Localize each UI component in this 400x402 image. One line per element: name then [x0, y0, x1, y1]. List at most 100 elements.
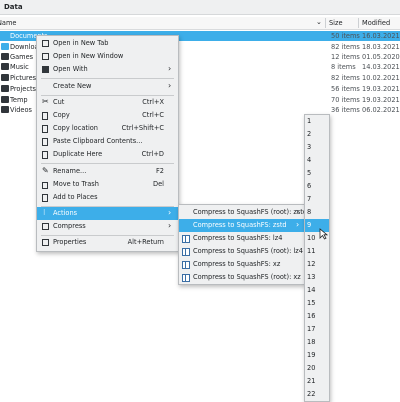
paste-icon	[42, 138, 48, 146]
picture-icon	[1, 74, 9, 81]
level-item[interactable]: 14	[305, 284, 329, 297]
squashfs-icon	[182, 261, 190, 269]
add-to-places-item[interactable]: Add to Places	[37, 191, 178, 204]
level-item[interactable]: 13	[305, 271, 329, 284]
video-icon	[1, 106, 9, 113]
chevron-right-icon: ›	[296, 220, 300, 229]
file-size: 82 items	[331, 43, 360, 51]
properties-item[interactable]: Properties Alt+Return	[37, 236, 178, 249]
file-name: Pictures	[10, 74, 37, 82]
squashfs-root-xz-item[interactable]: Compress to SquashFS (root): xz	[179, 271, 304, 284]
level-item[interactable]: 22	[305, 388, 329, 401]
copy-item[interactable]: Copy Ctrl+C	[37, 109, 178, 122]
copy-location-item[interactable]: Copy location Ctrl+Shift+C	[37, 122, 178, 135]
column-divider[interactable]	[325, 18, 326, 28]
level-item[interactable]: 18	[305, 336, 329, 349]
move-to-trash-item[interactable]: Move to Trash Del	[37, 178, 178, 191]
menu-separator	[41, 163, 174, 164]
pencil-icon: ✎	[42, 166, 49, 175]
squashfs-lz4-item[interactable]: Compress to SquashFS: lz4	[179, 232, 304, 245]
menu-label: Compress to SquashFS: lz4	[193, 234, 283, 242]
menu-label: Open in New Window	[53, 52, 124, 60]
music-icon	[1, 63, 9, 70]
gamepad-icon	[1, 53, 9, 60]
scissors-icon: ✂	[42, 97, 49, 106]
menu-label: Compress to SquashFS (root): lz4	[193, 247, 303, 255]
level-item[interactable]: 15	[305, 297, 329, 310]
menu-label: Copy	[53, 111, 70, 119]
chevron-right-icon: ›	[168, 208, 172, 217]
file-modified: 01.05.2020 19	[362, 53, 400, 61]
folder-icon	[1, 32, 9, 39]
squashfs-zstd-item[interactable]: Compress to SquashFS: zstd ›	[179, 219, 304, 232]
menu-label: Paste Clipboard Contents...	[53, 137, 143, 145]
level-item[interactable]: 12	[305, 258, 329, 271]
chevron-right-icon: ›	[168, 64, 172, 73]
menu-label: Copy location	[53, 124, 98, 132]
menu-label: Duplicate Here	[53, 150, 103, 158]
menu-shortcut: Del	[153, 180, 164, 188]
column-modified-header[interactable]: Modified	[362, 19, 390, 27]
level-item[interactable]: 6	[305, 180, 329, 193]
create-new-item[interactable]: Create New ›	[37, 80, 178, 93]
file-modified: 06.02.2021 16	[362, 106, 400, 114]
menu-shortcut: Ctrl+D	[141, 150, 164, 158]
menu-label: Create New	[53, 82, 92, 90]
open-with-item[interactable]: Open With ›	[37, 63, 178, 76]
file-size: 70 items	[331, 96, 360, 104]
file-size: 36 items	[331, 106, 360, 114]
file-name: Games	[10, 53, 34, 61]
menu-label: Properties	[53, 238, 87, 246]
level-item[interactable]: 2	[305, 128, 329, 141]
level-item[interactable]: 4	[305, 154, 329, 167]
squashfs-icon	[182, 248, 190, 256]
paste-item[interactable]: Paste Clipboard Contents...	[37, 135, 178, 148]
open-new-window-item[interactable]: Open in New Window	[37, 50, 178, 63]
file-size: 82 items	[331, 74, 360, 82]
file-modified: 16.03.2021 04	[362, 32, 400, 40]
chevron-down-icon[interactable]: ⌄	[316, 18, 322, 26]
actions-item[interactable]: ⁝ Actions ›	[37, 207, 178, 220]
level-item[interactable]: 21	[305, 375, 329, 388]
squashfs-root-lz4-item[interactable]: Compress to SquashFS (root): lz4	[179, 245, 304, 258]
column-divider[interactable]	[358, 18, 359, 28]
level-item[interactable]: 20	[305, 362, 329, 375]
menu-label: Rename...	[53, 167, 87, 175]
menu-label: Open With	[53, 65, 88, 73]
chevron-right-icon: ›	[168, 221, 172, 230]
window-icon	[42, 53, 49, 60]
level-item[interactable]: 8	[305, 206, 329, 219]
column-size-header[interactable]: Size	[329, 19, 343, 27]
level-item[interactable]: 17	[305, 323, 329, 336]
column-name-header[interactable]: Name	[0, 19, 16, 27]
chevron-right-icon: ›	[168, 81, 172, 90]
cut-item[interactable]: ✂ Cut Ctrl+X	[37, 96, 178, 109]
menu-label: Compress to SquashFS: zstd	[193, 221, 287, 229]
menu-label: Compress	[53, 222, 86, 230]
file-modified: 19.03.2021 21	[362, 96, 400, 104]
level-item[interactable]: 5	[305, 167, 329, 180]
menu-label: Compress to SquashFS (root): xz	[193, 273, 301, 281]
level-item[interactable]: 7	[305, 193, 329, 206]
squashfs-xz-item[interactable]: Compress to SquashFS: xz	[179, 258, 304, 271]
open-new-tab-item[interactable]: Open in New Tab	[37, 37, 178, 50]
level-item[interactable]: 11	[305, 245, 329, 258]
compress-item[interactable]: Compress ›	[37, 220, 178, 233]
duplicate-item[interactable]: Duplicate Here Ctrl+D	[37, 148, 178, 161]
squashfs-root-zstd-item[interactable]: Compress to SquashFS (root): zstd ›	[179, 206, 308, 219]
properties-icon	[42, 239, 49, 246]
rename-item[interactable]: ✎ Rename... F2	[37, 165, 178, 178]
level-item[interactable]: 19	[305, 349, 329, 362]
file-name: Projects	[10, 85, 36, 93]
menu-shortcut: Ctrl+Shift+C	[121, 124, 164, 132]
menu-label: Compress to SquashFS (root): zstd	[193, 208, 308, 216]
file-name: Videos	[10, 106, 32, 114]
level-item[interactable]: 1	[305, 115, 329, 128]
window-title: Data	[4, 3, 23, 11]
menu-label: Actions	[53, 209, 78, 217]
squashfs-icon	[182, 274, 190, 282]
level-item[interactable]: 3	[305, 141, 329, 154]
level-item[interactable]: 16	[305, 310, 329, 323]
menu-shortcut: Ctrl+C	[142, 111, 164, 119]
context-menu: Open in New Tab Open in New Window Open …	[36, 35, 179, 252]
